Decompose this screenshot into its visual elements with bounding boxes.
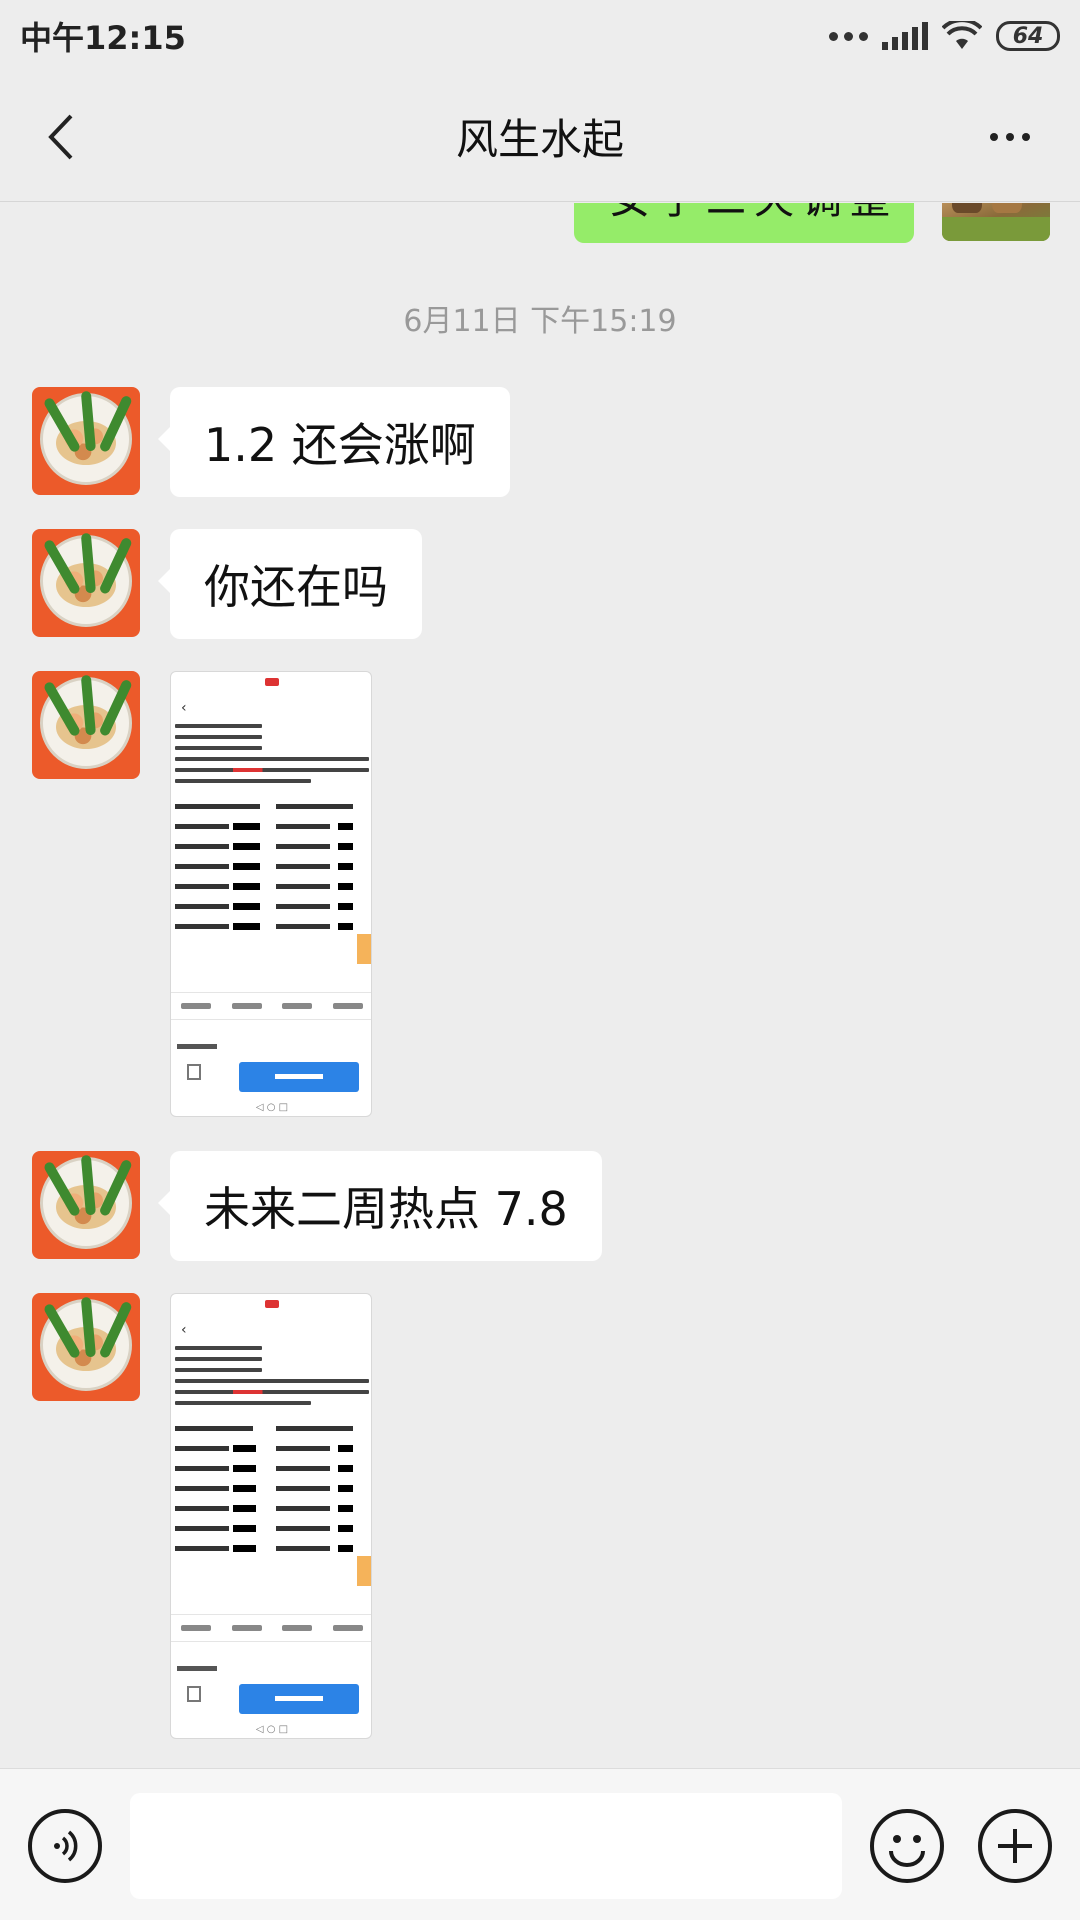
input-bar — [0, 1768, 1080, 1920]
message-input[interactable] — [130, 1793, 842, 1899]
message-bubble[interactable]: 1.2 还会涨啊 — [158, 387, 510, 497]
sent-message-row: 女子二天调整 — [574, 203, 1050, 243]
contact-avatar[interactable] — [32, 1293, 140, 1401]
more-button[interactable] — [980, 107, 1040, 167]
received-message-row: ‹ ◁ ○ □ — [32, 1293, 372, 1739]
chat-title: 风生水起 — [455, 115, 624, 164]
chevron-left-icon — [48, 114, 73, 160]
contact-avatar[interactable] — [32, 671, 140, 779]
message-bubble[interactable]: 未来二周热点 7.8 — [158, 1151, 602, 1261]
more-dots-icon — [829, 31, 868, 41]
sent-message-text: 女子二天调整 — [610, 203, 898, 225]
message-bubble[interactable]: 你还在吗 — [158, 529, 422, 639]
my-avatar[interactable] — [942, 203, 1050, 241]
received-message-row: ‹ ◁ ○ □ — [32, 671, 372, 1117]
chat-header: 风生水起 — [0, 72, 1080, 202]
wifi-icon — [942, 21, 982, 49]
more-horizontal-icon — [990, 133, 998, 141]
battery-level: 64 — [1012, 23, 1044, 49]
status-bar: 中午12:15 64 — [0, 0, 1080, 72]
received-message-row: 1.2 还会涨啊 — [32, 387, 510, 497]
back-button[interactable] — [30, 107, 90, 167]
battery-icon: 64 — [996, 21, 1060, 51]
received-message-row: 未来二周热点 7.8 — [32, 1151, 602, 1261]
received-message-row: 你还在吗 — [32, 529, 422, 639]
emoji-icon — [889, 1835, 925, 1867]
voice-button[interactable] — [28, 1809, 102, 1883]
contact-avatar[interactable] — [32, 387, 140, 495]
contact-avatar[interactable] — [32, 1151, 140, 1259]
plus-circle-icon — [998, 1829, 1032, 1863]
signal-icon — [882, 22, 928, 50]
voice-icon — [54, 1830, 78, 1862]
image-message-thumbnail[interactable]: ‹ ◁ ○ □ — [170, 1293, 372, 1739]
image-message-thumbnail[interactable]: ‹ ◁ ○ □ — [170, 671, 372, 1117]
emoji-button[interactable] — [870, 1809, 944, 1883]
chat-area[interactable]: 女子二天调整 6月11日 下午15:19 1.2 还会涨啊 你还在吗 — [0, 203, 1080, 1768]
add-button[interactable] — [978, 1809, 1052, 1883]
sent-bubble[interactable]: 女子二天调整 — [574, 203, 914, 243]
status-time: 中午12:15 — [20, 19, 186, 57]
status-icons: 64 — [829, 21, 1060, 51]
time-divider: 6月11日 下午15:19 — [403, 304, 677, 339]
contact-avatar[interactable] — [32, 529, 140, 637]
